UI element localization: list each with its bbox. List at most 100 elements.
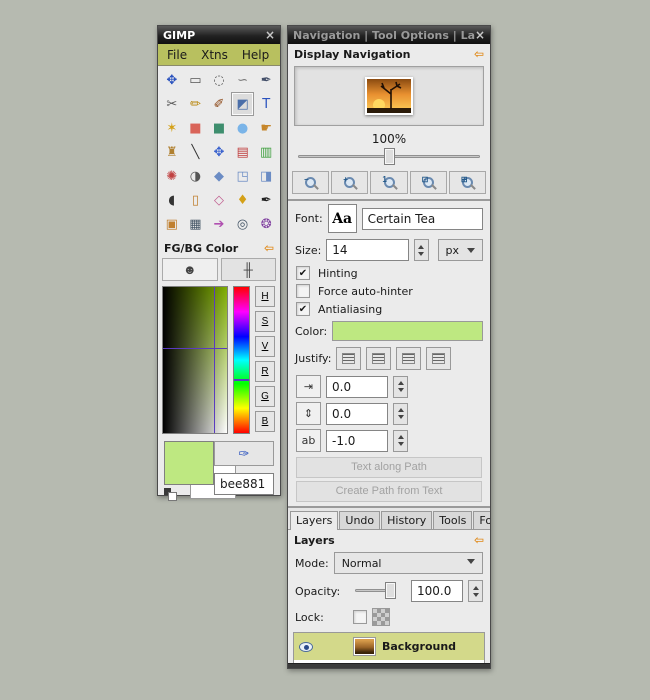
opacity-slider[interactable] xyxy=(355,582,396,599)
select-by-color-tool[interactable]: ■ xyxy=(184,116,208,140)
indent-spinner[interactable] xyxy=(393,375,408,398)
convolve-tool[interactable]: ◖ xyxy=(160,188,184,212)
layer-mode-select[interactable]: Normal xyxy=(333,552,483,574)
opacity-input[interactable]: 100.0 xyxy=(411,580,463,602)
paintbrush-tool[interactable]: ✐ xyxy=(207,92,231,116)
value-channel-button[interactable]: V xyxy=(255,336,275,357)
spin-down-icon[interactable] xyxy=(397,415,404,422)
scale-tool[interactable]: ◳ xyxy=(231,164,255,188)
navigation-thumbnail[interactable] xyxy=(365,77,413,115)
spin-down-icon[interactable] xyxy=(472,592,479,600)
crop-tool[interactable]: ▣ xyxy=(160,212,184,236)
font-picker-button[interactable]: Aa xyxy=(327,204,357,233)
blue-channel-button[interactable]: B xyxy=(255,411,275,432)
tab-tools[interactable]: Tools xyxy=(433,511,473,529)
gradient-tool[interactable]: ■ xyxy=(207,116,231,140)
plumb-tool[interactable]: ♦ xyxy=(231,188,255,212)
spin-up-icon[interactable] xyxy=(472,583,479,590)
zoom-out-button[interactable]: − xyxy=(292,171,330,194)
create-path-from-text-button[interactable]: Create Path from Text xyxy=(296,481,482,502)
lock-checkbox[interactable] xyxy=(352,610,367,624)
panel-menu-arrow-icon[interactable]: ⇦ xyxy=(264,241,274,255)
hinting-checkbox[interactable]: ✔ xyxy=(296,266,310,280)
zoom-fit-image-button[interactable]: ⊡ xyxy=(409,171,447,194)
layer-visibility-eye-icon[interactable] xyxy=(299,641,313,652)
layer-row-background[interactable]: Background xyxy=(294,633,484,660)
move-tool[interactable]: ✥ xyxy=(160,68,184,92)
size-input[interactable]: 14 xyxy=(326,239,409,261)
hue-channel-button[interactable]: H xyxy=(255,286,275,307)
text-tool[interactable]: T xyxy=(254,92,278,116)
layers-menu-arrow-icon[interactable]: ⇦ xyxy=(474,533,484,547)
letter-spacing-spinner[interactable] xyxy=(393,429,408,452)
line-spacing-input[interactable]: 0.0 xyxy=(326,402,388,425)
opacity-slider-handle[interactable] xyxy=(385,582,396,599)
spin-down-icon[interactable] xyxy=(418,251,424,259)
line-spacing-spinner[interactable] xyxy=(393,402,408,425)
menu-file[interactable]: File xyxy=(167,48,187,62)
measure-tool[interactable]: ▯ xyxy=(184,188,208,212)
font-name-input[interactable]: Certain Tea xyxy=(361,207,483,230)
zoom-in-button[interactable]: + xyxy=(331,171,369,194)
free-select-tool[interactable]: ∽ xyxy=(231,68,255,92)
letter-spacing-input[interactable]: -1.0 xyxy=(326,429,388,452)
spin-up-icon[interactable] xyxy=(397,432,404,439)
perspective-tool[interactable]: ◇ xyxy=(207,188,231,212)
scissors-select-tool[interactable]: ✂ xyxy=(160,92,184,116)
clone-tool[interactable]: ♜ xyxy=(160,140,184,164)
smudge-tool[interactable]: ☛ xyxy=(254,116,278,140)
spin-down-icon[interactable] xyxy=(397,442,404,449)
foreground-color-swatch[interactable] xyxy=(164,441,214,485)
layer-thumbnail[interactable] xyxy=(353,637,376,656)
histogram-tool[interactable]: ▦ xyxy=(184,212,208,236)
rotate-tool[interactable]: ◆ xyxy=(207,164,231,188)
force-auto-hinter-checkbox[interactable] xyxy=(296,284,310,298)
tab-fonts[interactable]: Fonts xyxy=(473,511,490,529)
saturation-channel-button[interactable]: S xyxy=(255,311,275,332)
levels-dialog-tool[interactable]: ▤ xyxy=(231,140,255,164)
tab-undo[interactable]: Undo xyxy=(339,511,381,529)
size-spinner[interactable] xyxy=(413,239,429,261)
tab-history[interactable]: History xyxy=(381,511,433,529)
bucket-fill-tool[interactable]: ◩ xyxy=(230,92,255,116)
rect-select-tool[interactable]: ▭ xyxy=(184,68,208,92)
saturation-value-square[interactable] xyxy=(162,286,228,434)
filters-tool[interactable]: ❂ xyxy=(254,212,278,236)
sliders-tab[interactable]: ╫ xyxy=(220,258,276,281)
airbrush-tool[interactable]: ✺ xyxy=(160,164,184,188)
justify-center-button[interactable] xyxy=(396,347,422,370)
zoom-tool[interactable]: ◎ xyxy=(231,212,255,236)
justify-fill-button[interactable] xyxy=(426,347,452,370)
tab-layers[interactable]: Layers xyxy=(290,511,339,530)
ink-tool[interactable]: ✒ xyxy=(254,188,278,212)
spin-up-icon[interactable] xyxy=(397,405,404,412)
path-tool[interactable]: ✒ xyxy=(254,68,278,92)
color-picker-tool[interactable]: ╲ xyxy=(184,140,208,164)
wilber-tab[interactable]: ☻ xyxy=(162,258,218,281)
opacity-spinner[interactable] xyxy=(468,580,483,602)
toolbox-titlebar[interactable]: GIMP × xyxy=(158,26,280,44)
ellipse-select-tool[interactable]: ◌ xyxy=(207,68,231,92)
antialiasing-checkbox[interactable]: ✔ xyxy=(296,302,310,316)
hue-strip[interactable] xyxy=(233,286,250,434)
pencil-tool[interactable]: ✏ xyxy=(184,92,208,116)
spin-down-icon[interactable] xyxy=(397,388,404,395)
lock-alpha-pattern-button[interactable] xyxy=(371,608,390,626)
spin-up-icon[interactable] xyxy=(418,242,424,249)
red-channel-button[interactable]: R xyxy=(255,361,275,382)
flip-tool[interactable]: ➔ xyxy=(207,212,231,236)
align-tool[interactable]: ✥ xyxy=(207,140,231,164)
dodge-burn-tool[interactable]: ◑ xyxy=(184,164,208,188)
zoom-fit-window-button[interactable]: ⊞ xyxy=(448,171,487,194)
curves-dialog-tool[interactable]: ▥ xyxy=(254,140,278,164)
zoom-100-button[interactable]: 1 xyxy=(370,171,408,194)
toolbox-close-icon[interactable]: × xyxy=(265,29,275,41)
dock-close-icon[interactable]: × xyxy=(475,29,485,41)
fuzzy-select-tool[interactable]: ✶ xyxy=(160,116,184,140)
menu-xtns[interactable]: Xtns xyxy=(201,48,228,62)
indent-input[interactable]: 0.0 xyxy=(326,375,388,398)
text-color-swatch[interactable] xyxy=(332,321,483,341)
dock-titlebar[interactable]: Navigation | Tool Options | Layers × xyxy=(288,26,490,44)
text-along-path-button[interactable]: Text along Path xyxy=(296,457,482,478)
pick-color-button[interactable]: ✑ xyxy=(214,441,274,466)
